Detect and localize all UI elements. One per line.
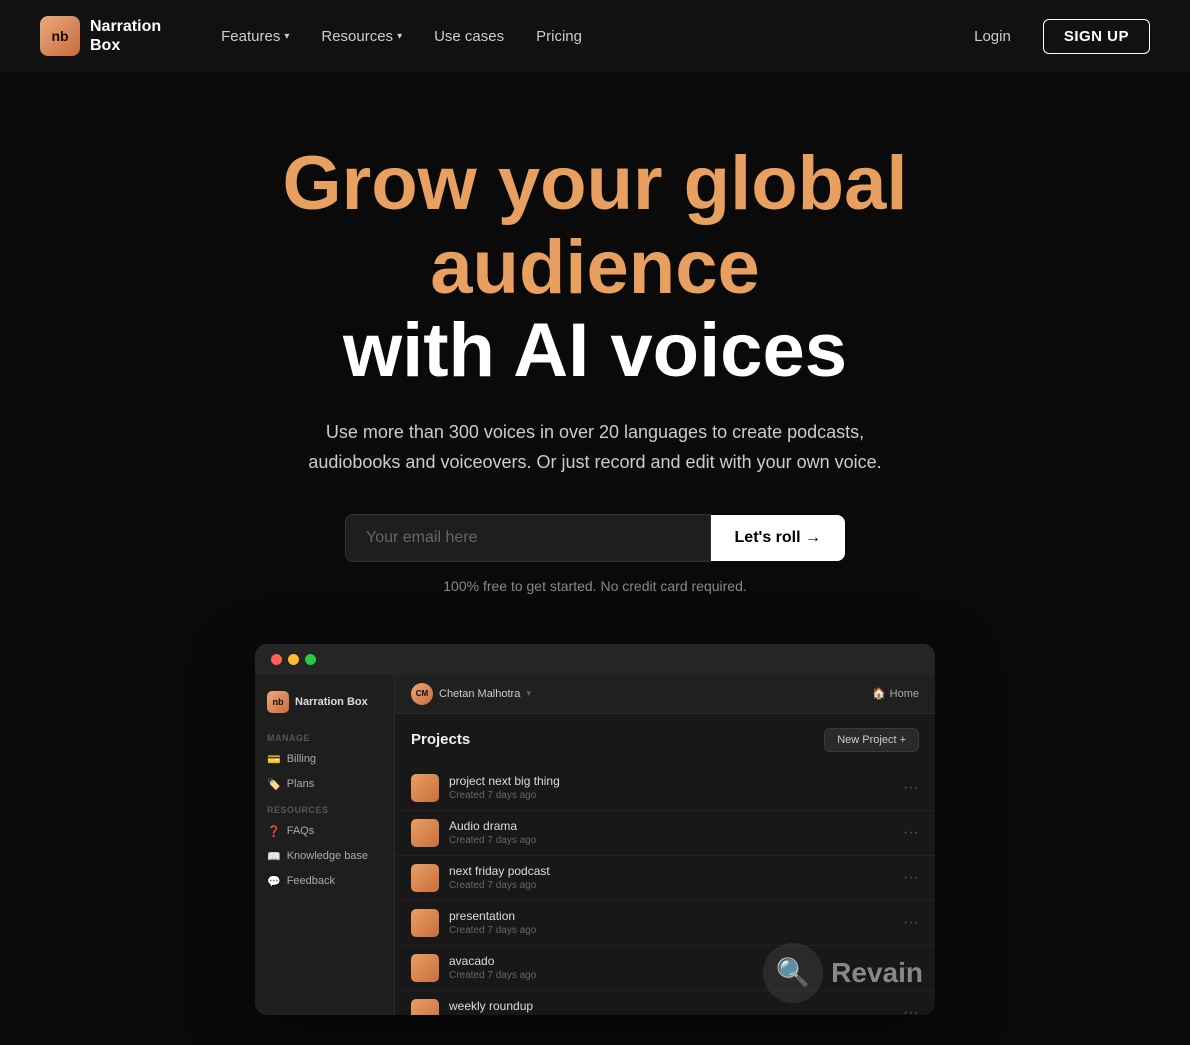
project-name: Audio drama [449,819,893,833]
revain-icon: 🔍 [763,943,823,1003]
nav-signup-button[interactable]: SIGN UP [1043,19,1150,54]
maximize-dot [305,654,316,665]
nav-features[interactable]: Features ▾ [221,28,289,45]
sidebar-brand: Narration Box [295,696,368,708]
nav-login[interactable]: Login [974,28,1011,45]
projects-title: Projects [411,731,470,748]
sidebar-item-faqs[interactable]: ❓ FAQs [255,819,394,844]
nav-links: Features ▾ Resources ▾ Use cases Pricing… [221,19,1150,54]
feedback-icon: 💬 [267,875,281,888]
plans-icon: 🏷️ [267,778,281,791]
topbar-user: CM Chetan Malhotra ▾ [411,683,531,705]
project-thumbnail [411,774,439,802]
project-name: project next big thing [449,774,893,788]
nav-brand-text: Narration Box [90,17,161,55]
close-dot [271,654,282,665]
minimize-dot [288,654,299,665]
billing-icon: 💳 [267,753,281,766]
list-item[interactable]: project next big thing Created 7 days ag… [395,766,935,811]
home-icon: 🏠 [872,687,886,700]
hero-section: Grow your global audience with AI voices… [0,72,1190,644]
project-date: Created 7 days ago [449,835,893,846]
project-more-button[interactable]: ··· [903,914,919,932]
project-thumbnail [411,999,439,1015]
app-sidebar: nb Narration Box Manage 💳 Billing 🏷️ Pla… [255,675,395,1015]
app-titlebar [255,644,935,675]
cta-button[interactable]: Let's roll → [711,515,845,561]
nav-logo-icon: nb [40,16,80,56]
hero-headline: Grow your global audience with AI voices [145,142,1045,393]
knowledge-icon: 📖 [267,850,281,863]
chevron-down-icon: ▾ [397,31,402,42]
hero-subtext: Use more than 300 voices in over 20 lang… [285,417,905,478]
list-item[interactable]: Audio drama Created 7 days ago ··· [395,811,935,856]
sidebar-manage-label: Manage [255,725,394,747]
project-info: project next big thing Created 7 days ag… [449,774,893,801]
chevron-down-icon: ▾ [526,688,531,699]
project-more-button[interactable]: ··· [903,869,919,887]
app-topbar: CM Chetan Malhotra ▾ 🏠 Home [395,675,935,714]
project-more-button[interactable]: ··· [903,779,919,797]
nav-pricing[interactable]: Pricing [536,28,582,45]
project-date: Created 7 days ago [449,790,893,801]
new-project-button[interactable]: New Project + [824,728,919,752]
sidebar-logo-icon: nb [267,691,289,713]
nav-use-cases[interactable]: Use cases [434,28,504,45]
project-info: next friday podcast Created 7 days ago [449,864,893,891]
user-name: Chetan Malhotra [439,688,520,700]
projects-header: Projects New Project + [395,714,935,766]
email-input[interactable] [345,514,711,562]
hero-form: Let's roll → [345,514,845,562]
nav-logo[interactable]: nb Narration Box [40,16,161,56]
sidebar-item-billing[interactable]: 💳 Billing [255,747,394,772]
topbar-home[interactable]: 🏠 Home [872,687,919,700]
project-name: next friday podcast [449,864,893,878]
list-item[interactable]: next friday podcast Created 7 days ago ·… [395,856,935,901]
project-more-button[interactable]: ··· [903,824,919,842]
project-thumbnail [411,909,439,937]
project-thumbnail [411,864,439,892]
sidebar-resources-label: Resources [255,797,394,819]
sidebar-item-plans[interactable]: 🏷️ Plans [255,772,394,797]
project-thumbnail [411,954,439,982]
project-info: Audio drama Created 7 days ago [449,819,893,846]
chevron-down-icon: ▾ [284,31,289,42]
sidebar-logo-row: nb Narration Box [255,687,394,725]
revain-watermark: 🔍 Revain [751,931,935,1015]
nav-resources[interactable]: Resources ▾ [321,28,402,45]
sidebar-item-knowledge[interactable]: 📖 Knowledge base [255,844,394,869]
project-thumbnail [411,819,439,847]
sidebar-item-feedback[interactable]: 💬 Feedback [255,869,394,894]
faqs-icon: ❓ [267,825,281,838]
navbar: nb Narration Box Features ▾ Resources ▾ … [0,0,1190,72]
project-date: Created 7 days ago [449,880,893,891]
app-preview: nb Narration Box Manage 💳 Billing 🏷️ Pla… [255,644,935,1015]
project-name: presentation [449,909,893,923]
user-avatar: CM [411,683,433,705]
hero-note: 100% free to get started. No credit card… [20,578,1170,594]
revain-text: Revain [831,957,923,989]
